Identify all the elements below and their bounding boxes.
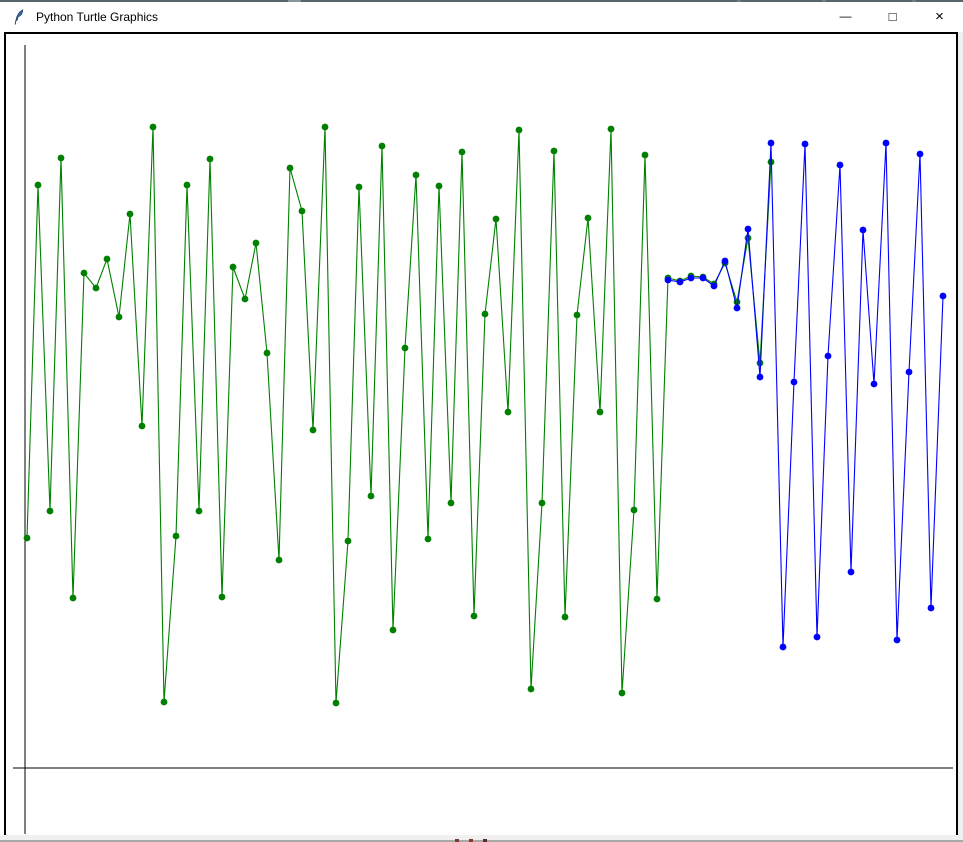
data-point-green bbox=[528, 686, 535, 693]
data-point-green bbox=[356, 184, 363, 191]
data-point-green bbox=[413, 172, 420, 179]
data-point-green bbox=[482, 311, 489, 318]
data-point-blue bbox=[768, 140, 775, 147]
data-point-green bbox=[47, 508, 54, 515]
canvas-background bbox=[0, 32, 963, 842]
data-point-blue bbox=[700, 275, 707, 282]
data-point-green bbox=[127, 211, 134, 218]
data-point-green bbox=[368, 493, 375, 500]
data-point-green bbox=[448, 500, 455, 507]
data-point-green bbox=[322, 124, 329, 131]
data-point-blue bbox=[665, 277, 672, 284]
data-point-blue bbox=[940, 293, 947, 300]
data-point-green bbox=[184, 182, 191, 189]
data-point-green bbox=[425, 536, 432, 543]
data-point-green bbox=[253, 240, 260, 247]
data-point-green bbox=[379, 143, 386, 150]
data-point-green bbox=[276, 557, 283, 564]
data-point-blue bbox=[906, 369, 913, 376]
data-point-blue bbox=[802, 141, 809, 148]
window-right-edge bbox=[958, 32, 963, 842]
data-point-green bbox=[58, 155, 65, 162]
data-point-blue bbox=[917, 151, 924, 158]
data-point-green bbox=[608, 126, 615, 133]
data-point-green bbox=[173, 533, 180, 540]
data-point-green bbox=[150, 124, 157, 131]
data-point-green bbox=[310, 427, 317, 434]
turtle-canvas[interactable] bbox=[0, 0, 963, 842]
taskbar-edge bbox=[0, 835, 963, 842]
data-point-blue bbox=[825, 353, 832, 360]
data-point-green bbox=[642, 152, 649, 159]
data-point-green bbox=[539, 500, 546, 507]
data-point-green bbox=[471, 613, 478, 620]
data-point-green bbox=[287, 165, 294, 172]
data-point-blue bbox=[745, 226, 752, 233]
data-point-blue bbox=[848, 569, 855, 576]
data-point-green bbox=[264, 350, 271, 357]
data-point-green bbox=[585, 215, 592, 222]
data-point-green bbox=[436, 183, 443, 190]
data-point-green bbox=[333, 700, 340, 707]
data-point-blue bbox=[791, 379, 798, 386]
data-point-green bbox=[24, 535, 31, 542]
data-point-green bbox=[81, 270, 88, 277]
data-point-blue bbox=[722, 258, 729, 265]
data-point-blue bbox=[757, 374, 764, 381]
data-point-blue bbox=[677, 279, 684, 286]
data-point-green bbox=[196, 508, 203, 515]
data-point-green bbox=[597, 409, 604, 416]
data-point-green bbox=[116, 314, 123, 321]
data-point-green bbox=[139, 423, 146, 430]
data-point-blue bbox=[894, 637, 901, 644]
data-point-green bbox=[551, 148, 558, 155]
data-point-green bbox=[402, 345, 409, 352]
data-point-blue bbox=[814, 634, 821, 641]
data-point-blue bbox=[780, 644, 787, 651]
data-point-green bbox=[459, 149, 466, 156]
data-point-green bbox=[207, 156, 214, 163]
data-point-blue bbox=[837, 162, 844, 169]
data-point-green bbox=[104, 256, 111, 263]
data-point-green bbox=[230, 264, 237, 271]
data-point-green bbox=[70, 595, 77, 602]
data-point-green bbox=[574, 312, 581, 319]
data-point-blue bbox=[734, 305, 741, 312]
data-point-green bbox=[493, 216, 500, 223]
data-point-blue bbox=[860, 227, 867, 234]
data-point-green bbox=[505, 409, 512, 416]
data-point-green bbox=[35, 182, 42, 189]
data-point-green bbox=[219, 594, 226, 601]
data-point-green bbox=[654, 596, 661, 603]
data-point-green bbox=[93, 285, 100, 292]
data-point-green bbox=[242, 296, 249, 303]
data-point-green bbox=[516, 127, 523, 134]
data-point-blue bbox=[711, 283, 718, 290]
data-point-green bbox=[619, 690, 626, 697]
data-point-green bbox=[161, 699, 168, 706]
data-point-green bbox=[631, 507, 638, 514]
data-point-blue bbox=[871, 381, 878, 388]
python-turtle-graphics-window: Python Turtle Graphics — □ × bbox=[0, 0, 963, 842]
data-point-blue bbox=[688, 275, 695, 282]
data-point-blue bbox=[883, 140, 890, 147]
data-point-green bbox=[390, 627, 397, 634]
data-point-green bbox=[562, 614, 569, 621]
data-point-blue bbox=[928, 605, 935, 612]
data-point-green bbox=[299, 208, 306, 215]
data-point-green bbox=[345, 538, 352, 545]
